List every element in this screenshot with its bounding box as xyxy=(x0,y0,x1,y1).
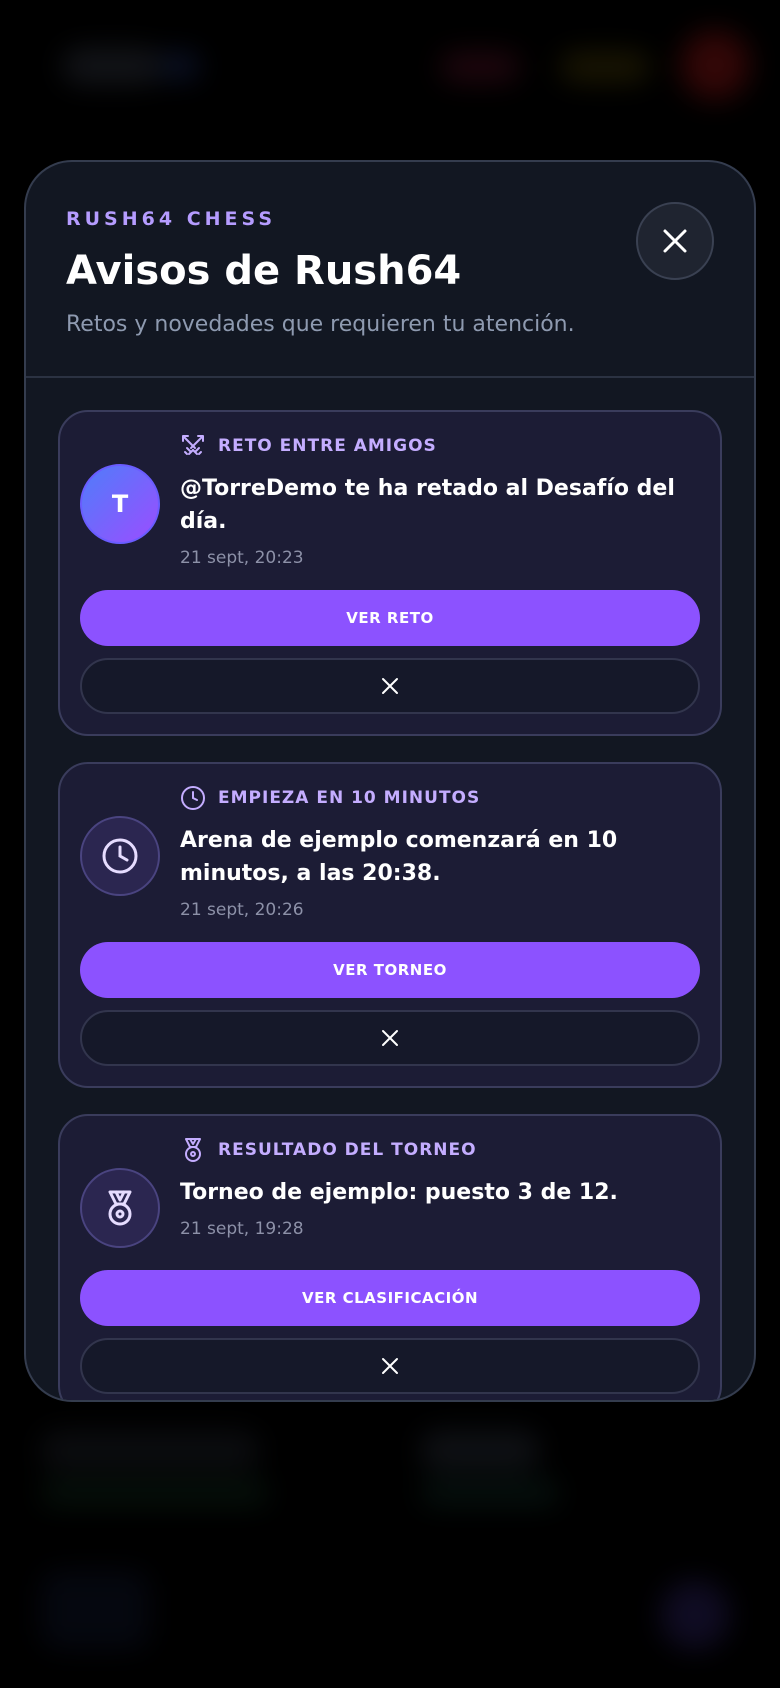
avatar: T xyxy=(80,464,160,544)
notification-card: EMPIEZA EN 10 MINUTOS Arena de ejemplo c… xyxy=(58,762,722,1088)
brand-eyebrow: RUSH64 CHESS xyxy=(66,208,277,230)
notification-message: @TorreDemo te ha retado al Desafío del d… xyxy=(180,476,675,534)
view-tournament-button[interactable]: VER TORNEO xyxy=(80,942,700,998)
notification-kind-label: EMPIEZA EN 10 MINUTOS xyxy=(218,788,481,808)
modal-header: RUSH64 CHESS Avisos de Rush64 Retos y no… xyxy=(26,162,754,378)
notification-time: 21 sept, 20:26 xyxy=(180,900,304,920)
close-modal-button[interactable] xyxy=(636,202,714,280)
close-icon xyxy=(382,1358,398,1374)
avatar xyxy=(80,1168,160,1248)
notification-time: 21 sept, 20:23 xyxy=(180,548,304,568)
medal-icon xyxy=(185,1138,201,1162)
modal-subtitle: Retos y novedades que requieren tu atenc… xyxy=(66,312,575,337)
notification-message: Arena de ejemplo comenzará en 10 minutos… xyxy=(180,828,618,886)
notification-card: RESULTADO DEL TORNEO Torneo de ejemplo: … xyxy=(58,1114,722,1400)
close-icon xyxy=(382,1030,398,1046)
swords-icon xyxy=(182,435,204,455)
view-standings-button[interactable]: VER CLASIFICACIÓN xyxy=(80,1270,700,1326)
view-challenge-button[interactable]: VER RETO xyxy=(80,590,700,646)
avatar-letter: T xyxy=(111,490,129,518)
clock-icon xyxy=(181,786,205,810)
notification-time: 21 sept, 19:28 xyxy=(180,1219,304,1239)
close-icon xyxy=(663,229,687,253)
notification-kind: RETO ENTRE AMIGOS xyxy=(180,432,700,460)
close-icon xyxy=(382,678,398,694)
modal-title: Avisos de Rush64 xyxy=(66,248,462,294)
notification-card: T RETO ENTRE AMIGOS @TorreDemo te ha ret… xyxy=(58,410,722,736)
avatar xyxy=(80,816,160,896)
notification-kind: EMPIEZA EN 10 MINUTOS xyxy=(180,784,700,812)
notifications-modal: RUSH64 CHESS Avisos de Rush64 Retos y no… xyxy=(24,160,756,1402)
notification-list: T RETO ENTRE AMIGOS @TorreDemo te ha ret… xyxy=(26,378,754,1400)
clock-icon xyxy=(102,838,138,874)
dismiss-notification-button[interactable] xyxy=(80,1338,700,1394)
medal-icon xyxy=(108,1190,132,1226)
notification-kind: RESULTADO DEL TORNEO xyxy=(180,1136,700,1164)
notification-kind-label: RESULTADO DEL TORNEO xyxy=(218,1140,477,1160)
dismiss-notification-button[interactable] xyxy=(80,1010,700,1066)
notification-message: Torneo de ejemplo: puesto 3 de 12. xyxy=(180,1180,618,1205)
dismiss-notification-button[interactable] xyxy=(80,658,700,714)
notification-kind-label: RETO ENTRE AMIGOS xyxy=(218,436,437,456)
